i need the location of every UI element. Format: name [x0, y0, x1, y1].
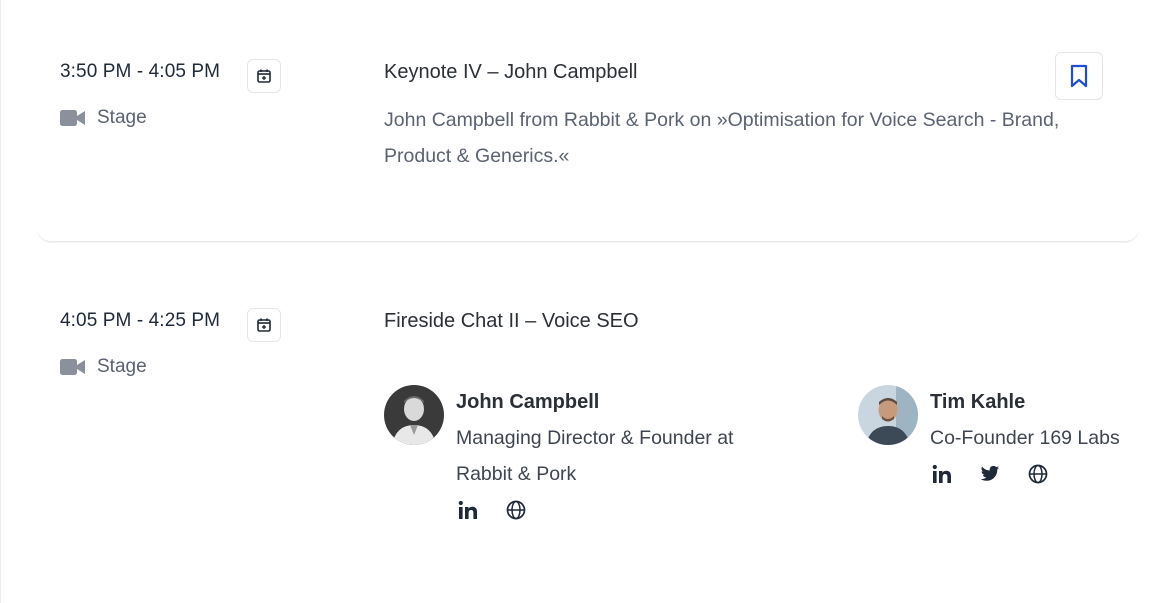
add-to-calendar-button[interactable]: [247, 308, 281, 342]
session-time: 3:50 PM - 4:05 PM: [60, 61, 221, 82]
globe-icon: [506, 500, 526, 520]
session-card: 4:05 PM - 4:25 PM Stage Fireside Chat II…: [37, 250, 1139, 603]
session-description: John Campbell from Rabbit & Pork on »Opt…: [384, 109, 1060, 167]
add-to-calendar-button[interactable]: [247, 59, 281, 93]
twitter-link[interactable]: [978, 462, 1002, 486]
avatar[interactable]: [384, 385, 444, 445]
linkedin-link[interactable]: [456, 498, 480, 522]
video-camera-icon: [60, 110, 85, 126]
linkedin-icon: [932, 464, 951, 483]
linkedin-icon: [458, 500, 477, 519]
session-title: Fireside Chat II – Voice SEO: [384, 310, 639, 332]
bookmark-button[interactable]: [1055, 52, 1103, 100]
agenda-page: 3:50 PM - 4:05 PM Stage Keynote IV – Joh…: [0, 0, 1171, 603]
bookmark-icon: [1070, 64, 1088, 88]
globe-icon: [1028, 464, 1048, 484]
speaker-socials: [930, 462, 1120, 486]
location-label: Stage: [97, 107, 147, 128]
speaker-role: Co-Founder 169 Labs: [930, 427, 1120, 449]
session-title: Keynote IV – John Campbell: [384, 61, 638, 83]
video-camera-icon: [60, 359, 85, 375]
session-card: 3:50 PM - 4:05 PM Stage Keynote IV – Joh…: [37, 0, 1139, 242]
speaker-role: Managing Director & Founder at Rabbit & …: [456, 427, 734, 485]
website-link[interactable]: [1026, 462, 1050, 486]
speaker-name[interactable]: Tim Kahle: [930, 389, 1120, 415]
calendar-add-icon: [257, 318, 271, 332]
session-location: Stage: [60, 356, 147, 378]
speaker-name[interactable]: John Campbell: [456, 389, 786, 415]
linkedin-link[interactable]: [930, 462, 954, 486]
session-location: Stage: [60, 107, 147, 129]
website-link[interactable]: [504, 498, 528, 522]
speaker-card: Tim Kahle Co-Founder 169 Labs: [858, 385, 1120, 486]
avatar[interactable]: [858, 385, 918, 445]
location-label: Stage: [97, 356, 147, 377]
session-time: 4:05 PM - 4:25 PM: [60, 310, 221, 331]
twitter-icon: [980, 465, 1000, 481]
calendar-add-icon: [257, 69, 271, 83]
speaker-card: John Campbell Managing Director & Founde…: [384, 385, 786, 522]
speaker-socials: [456, 498, 786, 522]
